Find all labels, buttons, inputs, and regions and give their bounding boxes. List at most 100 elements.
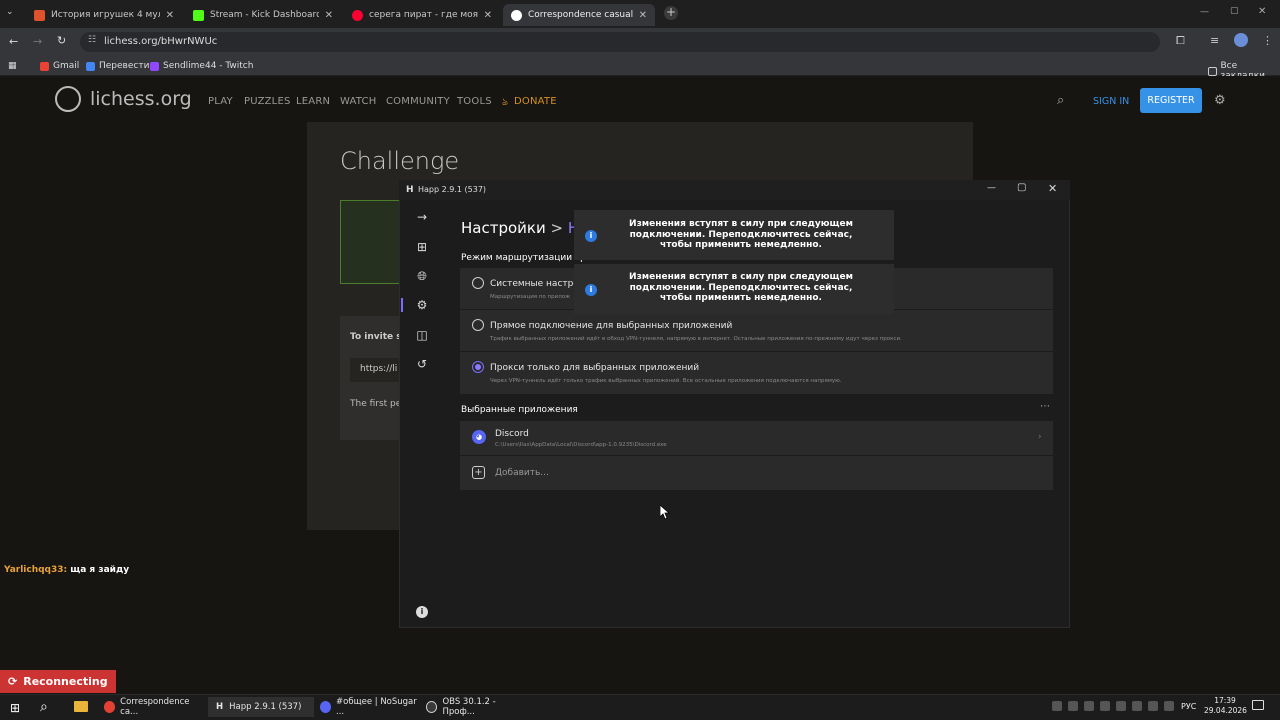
chart-icon[interactable]: ◫	[415, 328, 429, 342]
info-icon: i	[585, 230, 597, 242]
nav-donate[interactable]: DONATE	[514, 96, 557, 107]
more-icon[interactable]: ⋯	[1040, 401, 1050, 412]
clock[interactable]: 17:39 29.04.2026	[1204, 696, 1247, 716]
windows-start-icon[interactable]: ⊞	[10, 701, 20, 715]
media-icon[interactable]: ≡	[1210, 34, 1219, 47]
happ-icon: H	[216, 702, 224, 712]
nav-play[interactable]: PLAY	[208, 96, 233, 107]
option-direct-title[interactable]: Прямое подключение для выбранных приложе…	[490, 321, 732, 331]
add-app-row[interactable]	[460, 456, 1053, 490]
nav-learn[interactable]: LEARN	[296, 96, 330, 107]
invite-link-input[interactable]: https://li	[350, 358, 402, 382]
search-icon[interactable]: ⌕	[40, 699, 48, 715]
tray-icon[interactable]	[1052, 701, 1062, 711]
new-tab-button[interactable]: +	[664, 6, 678, 20]
cursor-icon	[660, 505, 670, 519]
chrome-icon	[104, 701, 116, 713]
gmail-icon	[40, 61, 49, 71]
notification-toast[interactable]: i Изменения вступят в силу при следующем…	[574, 210, 894, 260]
invite-text: To invite s	[350, 332, 402, 342]
register-button[interactable]: REGISTER	[1140, 88, 1202, 113]
info-icon[interactable]: i	[416, 606, 428, 618]
bookmark-gmail[interactable]: Gmail	[40, 61, 79, 71]
tab-list-icon[interactable]: ⌄	[6, 7, 14, 17]
maximize-icon[interactable]: ▢	[1017, 182, 1026, 193]
youtube-favicon-icon	[352, 9, 363, 21]
gear-icon[interactable]: ⚙	[1214, 93, 1226, 108]
maximize-icon[interactable]: ▢	[1230, 6, 1239, 16]
active-indicator	[401, 298, 403, 312]
breadcrumb-root[interactable]: Настройки	[461, 219, 546, 237]
nav-tools[interactable]: TOOLS	[457, 96, 492, 107]
bookmark-twitch[interactable]: Sendlime44 - Twitch	[150, 61, 253, 71]
volume-icon[interactable]	[1164, 701, 1174, 711]
tray-icon[interactable]	[1068, 701, 1078, 711]
routing-mode-header: Режим маршрутизации тр	[461, 253, 586, 263]
option-system-title[interactable]: Системные настрой	[490, 279, 585, 289]
add-icon: +	[472, 466, 485, 479]
taskbar-item-chrome[interactable]: Correspondence ca...	[104, 697, 204, 717]
radio-system[interactable]	[472, 277, 484, 289]
reload-icon[interactable]: ↻	[57, 34, 66, 47]
arrow-right-icon[interactable]: →	[415, 210, 429, 224]
minimize-icon[interactable]: —	[1200, 7, 1209, 17]
tray-icon[interactable]	[1116, 701, 1126, 711]
close-icon[interactable]: ✕	[325, 10, 333, 21]
site-info-icon[interactable]: ☷	[88, 35, 96, 45]
profile-avatar[interactable]	[1234, 33, 1248, 47]
twitch-icon	[150, 61, 159, 71]
tray-icon[interactable]	[1132, 701, 1142, 711]
radio-proxy-selected[interactable]	[472, 361, 484, 373]
close-icon[interactable]: ✕	[484, 10, 492, 21]
browser-tab-1[interactable]: История игрушек 4 мультфи ✕	[26, 4, 182, 26]
happ-titlebar: H Happ 2.9.1 (537) — ▢ ✕	[399, 180, 1070, 200]
browser-tab-3[interactable]: серега пират - где моя но ✕	[344, 4, 500, 26]
browser-tab-2[interactable]: Stream - Kick Dashboard ✕	[185, 4, 341, 26]
tray-icon[interactable]	[1100, 701, 1110, 711]
taskbar-item-discord[interactable]: #общее | NoSugar ...	[320, 697, 420, 717]
taskbar-item-obs[interactable]: OBS 30.1.2 - Проф...	[426, 697, 526, 717]
browser-tab-bar: ⌄ История игрушек 4 мультфи ✕ Stream - K…	[0, 0, 1280, 28]
radio-direct[interactable]	[472, 319, 484, 331]
nav-community[interactable]: COMMUNITY	[386, 96, 450, 107]
bookmark-translate[interactable]: Перевести	[86, 61, 149, 71]
taskbar-item-happ[interactable]: H Happ 2.9.1 (537)	[208, 697, 314, 717]
language-indicator[interactable]: РУС	[1181, 702, 1196, 711]
site-logo[interactable]: lichess.org	[90, 88, 192, 110]
address-input[interactable]: ☷ lichess.org/bHwrNWUc	[80, 32, 1160, 52]
file-explorer-icon[interactable]	[74, 701, 88, 712]
forward-icon[interactable]: →	[33, 35, 42, 48]
close-icon[interactable]: ✕	[639, 10, 647, 21]
back-icon[interactable]: ←	[9, 35, 18, 48]
close-window-icon[interactable]: ✕	[1258, 6, 1266, 17]
nav-puzzles[interactable]: PUZZLES	[244, 96, 291, 107]
toast-text: Изменения вступят в силу при следующем п…	[629, 219, 853, 250]
menu-icon[interactable]: ⋮	[1262, 34, 1273, 47]
refresh-icon[interactable]: ↺	[415, 357, 429, 371]
close-icon[interactable]: ✕	[1048, 182, 1057, 195]
tab-title: серега пират - где моя но	[369, 10, 478, 20]
add-square-icon[interactable]: ⊞	[415, 240, 429, 254]
lichess-header	[0, 76, 1280, 124]
settings-icon[interactable]: ⚙	[415, 298, 429, 312]
network-icon[interactable]	[1148, 701, 1158, 711]
lichess-logo-icon[interactable]	[55, 86, 81, 112]
browser-tab-4[interactable]: Correspondence casual Chess - ✕	[503, 4, 655, 26]
apps-icon[interactable]: ▦	[8, 61, 17, 71]
happ-logo-icon: H	[406, 185, 414, 195]
minimize-icon[interactable]: —	[987, 183, 996, 193]
extensions-icon[interactable]: ⧠	[1176, 34, 1185, 48]
url-text: lichess.org/bHwrNWUc	[104, 36, 218, 47]
globe-icon[interactable]: 🌐︎	[415, 269, 429, 283]
app-item-discord[interactable]	[460, 421, 1053, 455]
sign-in-link[interactable]: SIGN IN	[1093, 96, 1129, 107]
tray-icon[interactable]	[1084, 701, 1094, 711]
nav-watch[interactable]: WATCH	[340, 96, 376, 107]
close-icon[interactable]: ✕	[166, 10, 174, 21]
search-icon[interactable]: ⌕	[1057, 93, 1064, 108]
first-player-text: The first pe	[350, 399, 402, 409]
notification-toast[interactable]: i Изменения вступят в силу при следующем…	[574, 264, 894, 314]
option-proxy-title[interactable]: Прокси только для выбранных приложений	[490, 363, 699, 373]
bookmark-label: Sendlime44 - Twitch	[163, 61, 254, 71]
notifications-icon[interactable]	[1252, 700, 1264, 710]
